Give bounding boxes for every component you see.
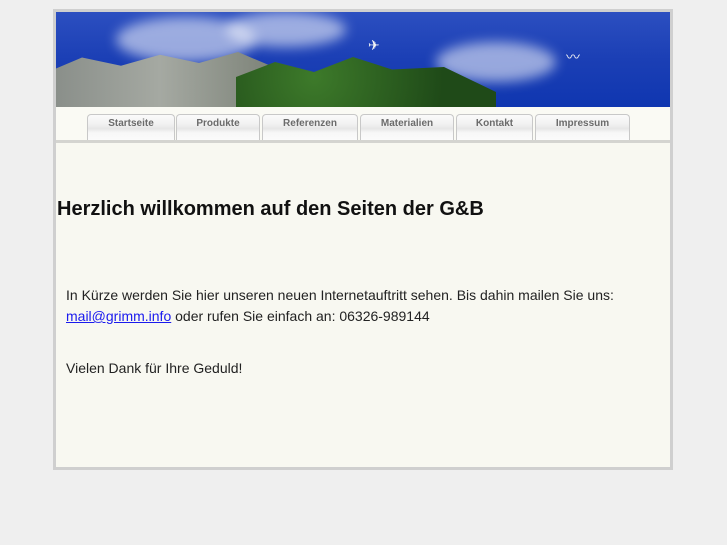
page-title: Herzlich willkommen auf den Seiten der G… xyxy=(57,198,484,220)
tab-kontakt[interactable]: Kontakt xyxy=(456,114,533,140)
page-container: ✈ 〰 Startseite Produkte Referenzen Mater… xyxy=(53,9,673,470)
thanks-text: Vielen Dank für Ihre Geduld! xyxy=(66,360,243,376)
intro-paragraph: In Kürze werden Sie hier unseren neuen I… xyxy=(66,285,614,327)
email-link[interactable]: mail@grimm.info xyxy=(66,308,171,324)
header-banner-image: ✈ 〰 xyxy=(56,12,670,107)
tab-startseite[interactable]: Startseite xyxy=(87,114,175,140)
tab-produkte[interactable]: Produkte xyxy=(176,114,260,140)
tab-impressum[interactable]: Impressum xyxy=(535,114,630,140)
seagull-icon: ✈ xyxy=(368,37,380,53)
seagull-icon: 〰 xyxy=(566,49,580,65)
tab-referenzen[interactable]: Referenzen xyxy=(262,114,358,140)
tab-materialien[interactable]: Materialien xyxy=(360,114,454,140)
intro-text: In Kürze werden Sie hier unseren neuen I… xyxy=(66,287,614,303)
phone-text: oder rufen Sie einfach an: 06326-989144 xyxy=(171,308,430,324)
main-nav: Startseite Produkte Referenzen Materiali… xyxy=(56,107,670,143)
